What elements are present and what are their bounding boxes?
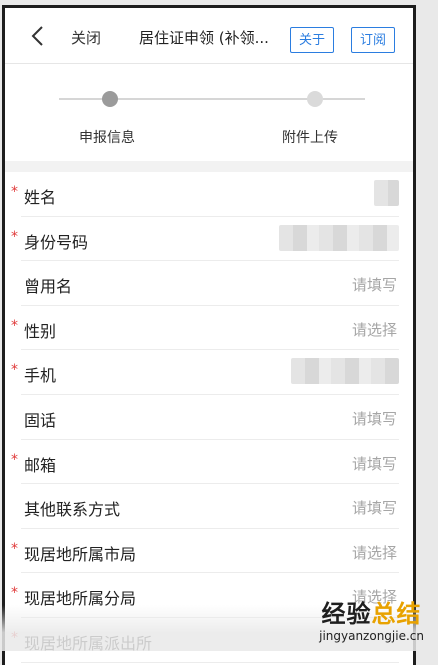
masked-value <box>291 358 399 385</box>
progress-steps: 申报信息 附件上传 <box>5 65 413 161</box>
step-1-dot-icon <box>102 91 118 107</box>
row-label: 邮箱 <box>24 455 57 475</box>
about-button[interactable]: 关于 <box>290 27 335 53</box>
masked-value <box>279 224 399 251</box>
row-label: 曾用名 <box>24 277 73 297</box>
form-row-mobile[interactable]: * 手机 <box>11 350 399 395</box>
form-row-police-station[interactable]: * 现居地所属派出所 <box>11 618 399 663</box>
placeholder-value: 请填写 <box>351 409 397 428</box>
placeholder-value: 请选择 <box>351 320 397 339</box>
form-row-landline[interactable]: 固话 请填写 <box>21 395 399 440</box>
form-row-name[interactable]: * 姓名 <box>11 172 399 217</box>
placeholder-value: 请填写 <box>351 499 397 518</box>
step-2-dot-icon <box>307 91 323 107</box>
required-marker: * <box>11 317 18 334</box>
step-line-left <box>59 98 105 100</box>
top-bar: 关闭 居住证申领 (补领... 关于 订阅 <box>5 8 413 64</box>
required-marker: * <box>11 629 18 646</box>
required-marker: * <box>11 362 18 379</box>
placeholder-value: 请选择 <box>351 543 397 562</box>
required-marker: * <box>11 228 18 245</box>
row-label: 身份号码 <box>24 232 89 252</box>
form-row-gender[interactable]: * 性别 请选择 <box>11 306 399 351</box>
placeholder-value: 请填写 <box>351 454 397 473</box>
form-row-former-name[interactable]: 曾用名 请填写 <box>21 261 399 306</box>
subscribe-button[interactable]: 订阅 <box>351 27 396 53</box>
form-row-other-contact[interactable]: 其他联系方式 请填写 <box>21 484 399 529</box>
required-marker: * <box>11 540 18 557</box>
row-label: 现居地所属分局 <box>24 589 137 609</box>
step-line-right <box>323 98 365 100</box>
row-label: 固话 <box>24 410 57 430</box>
form-row-city-bureau[interactable]: * 现居地所属市局 请选择 <box>11 529 399 574</box>
required-marker: * <box>11 184 18 200</box>
placeholder-value: 请选择 <box>351 588 397 607</box>
step-line-middle <box>118 98 311 100</box>
required-marker: * <box>11 451 18 468</box>
row-label: 现居地所属派出所 <box>24 633 153 653</box>
form-row-branch-bureau[interactable]: * 现居地所属分局 请选择 <box>11 573 399 618</box>
form-row-id-number[interactable]: * 身份号码 <box>11 217 399 262</box>
placeholder-value: 请填写 <box>351 276 397 295</box>
row-label: 现居地所属市局 <box>24 544 137 564</box>
step-1-label: 申报信息 <box>79 130 135 146</box>
required-marker: * <box>11 585 18 602</box>
step-2-label: 附件上传 <box>282 130 338 146</box>
close-link[interactable]: 关闭 <box>71 27 101 48</box>
row-label: 其他联系方式 <box>24 500 121 520</box>
row-label: 姓名 <box>24 188 57 207</box>
masked-value <box>374 180 399 206</box>
section-divider <box>5 161 413 172</box>
page-title: 居住证申领 (补领... <box>139 29 269 47</box>
row-label: 性别 <box>24 321 57 341</box>
declaration-form: * 姓名 * 身份号码 曾用名 请填写 * 性别 请选择 * 手机 固话 请填写 <box>5 172 413 663</box>
back-chevron-icon[interactable] <box>27 24 51 48</box>
row-label: 手机 <box>24 366 57 386</box>
form-row-email[interactable]: * 邮箱 请填写 <box>11 440 399 485</box>
phone-screen: 关闭 居住证申领 (补领... 关于 订阅 申报信息 附件上传 * 姓名 * 身… <box>2 5 416 665</box>
